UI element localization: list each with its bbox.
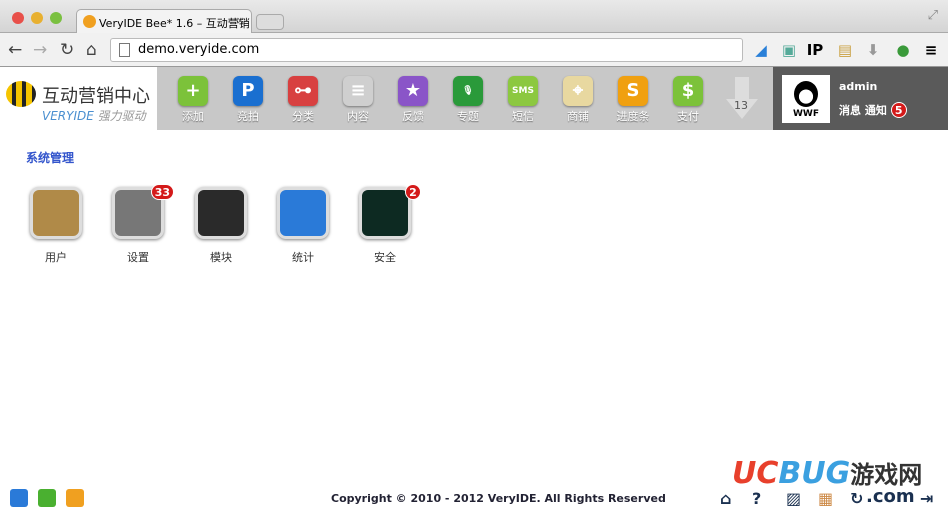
toolbar-item[interactable]: ≡ 内容	[343, 76, 373, 123]
notices-link[interactable]: 通知	[865, 104, 887, 117]
toolbar-label: 进度条	[616, 110, 650, 123]
toolbar-item[interactable]: P 竞拍	[233, 76, 263, 123]
thumb-extension-icon[interactable]: ●	[894, 41, 912, 59]
toolbar-label: 竞拍	[237, 110, 259, 123]
app-label: 用户	[45, 251, 67, 264]
app-nav: 互动营销中心 VERYIDE 强力驱动 + 添加 P 竞拍 ⊶ 分类 ≡ 内容 ★ 反馈 🎙 专题 SM…	[0, 67, 948, 130]
toolbar-item[interactable]: + 添加	[178, 76, 208, 123]
ad-icon[interactable]	[10, 489, 28, 507]
username[interactable]: admin	[839, 80, 877, 93]
arrow-down-icon	[726, 77, 758, 119]
app-icon	[30, 187, 82, 239]
browser-toolbar: ← → ↻ ⌂ demo.veryide.com ◢ ▣ IP ▤ ⬇ ● ≡	[0, 33, 948, 67]
app-icon	[277, 187, 329, 239]
download-extension-icon[interactable]: ⬇	[864, 41, 882, 59]
app-icon	[359, 187, 411, 239]
toolbar-icon: ★	[398, 76, 428, 106]
toolbar-label: 商铺	[567, 110, 589, 123]
close-window-button[interactable]	[12, 12, 24, 24]
logo[interactable]: 互动营销中心 VERYIDE 强力驱动	[0, 67, 157, 130]
toolbar-item[interactable]: ⌖ 商铺	[563, 76, 593, 123]
favicon-icon	[83, 15, 96, 28]
app-badge: 33	[150, 184, 174, 200]
refresh-icon[interactable]: ↻	[850, 489, 863, 508]
forward-icon[interactable]: →	[33, 40, 47, 60]
toolbar-label: 内容	[347, 110, 369, 123]
copyright: Copyright © 2010 - 2012 VeryIDE. All Rig…	[331, 492, 666, 505]
app-label: 统计	[292, 251, 314, 264]
toolbar-item[interactable]: $ 支付	[673, 76, 703, 123]
logo-title: 互动营销中心	[42, 86, 150, 107]
s-app-icon[interactable]	[66, 489, 84, 507]
fullscreen-icon[interactable]: ⤢	[928, 8, 938, 23]
more-count: 13	[734, 99, 748, 112]
messages-link[interactable]: 消息	[839, 104, 861, 117]
image-extension-icon[interactable]: ▤	[836, 41, 854, 59]
ip-extension[interactable]: IP	[806, 41, 824, 59]
home-icon[interactable]: ⌂	[720, 489, 731, 508]
maximize-window-button[interactable]	[50, 12, 62, 24]
more-tools-button[interactable]: 13	[726, 77, 758, 119]
toolbar-item[interactable]: ★ 反馈	[398, 76, 428, 123]
toolbar-icon: S	[618, 76, 648, 106]
palette-icon[interactable]: ▦	[818, 489, 833, 508]
toolbar-icon: ≡	[343, 76, 373, 106]
help-icon[interactable]: ?	[752, 489, 761, 508]
toolbar-icon: ⌖	[563, 76, 593, 106]
home-icon[interactable]: ⌂	[86, 40, 97, 60]
toolbar-icon: $	[673, 76, 703, 106]
user-panel: WWF admin 消息 通知 5	[773, 67, 948, 130]
toolbar-icon: ⊶	[288, 76, 318, 106]
tab-title: VeryIDE Bee* 1.6 – 互动营销	[99, 17, 250, 30]
extension-icon-1[interactable]: ◢	[752, 41, 770, 59]
extension-icon-2[interactable]: ▣	[780, 41, 798, 59]
watermark-com: .com	[866, 486, 915, 507]
toolbar-label: 支付	[677, 110, 699, 123]
toolbar-icon: +	[178, 76, 208, 106]
app-label: 安全	[374, 251, 396, 264]
toolbar-label: 短信	[512, 110, 534, 123]
bee-logo-icon	[6, 81, 36, 107]
notice-badge: 5	[890, 102, 907, 118]
toolbar-item[interactable]: SMS 短信	[508, 76, 538, 123]
browser-tab[interactable]: VeryIDE Bee* 1.6 – 互动营销 ×	[76, 9, 252, 34]
toolbar-label: 反馈	[402, 110, 424, 123]
app-item[interactable]: 统计	[277, 187, 329, 264]
reload-icon[interactable]: ↻	[60, 40, 74, 60]
page-icon	[119, 43, 130, 57]
app-item[interactable]: 安全 2	[359, 184, 421, 264]
wechat-icon[interactable]	[38, 489, 56, 507]
toolbar-label: 分类	[292, 110, 314, 123]
new-tab-button[interactable]	[256, 14, 284, 30]
section-title: 系统管理	[26, 151, 75, 165]
browser-tab-bar: VeryIDE Bee* 1.6 – 互动营销 × ⤢	[0, 0, 948, 34]
image-icon[interactable]: ▨	[786, 489, 801, 508]
app-item[interactable]: 设置 33	[112, 184, 174, 264]
avatar[interactable]: WWF	[782, 75, 830, 123]
toolbar-icon: 🎙	[453, 76, 483, 106]
close-tab-icon[interactable]: ×	[236, 14, 245, 27]
toolbar-icon: P	[233, 76, 263, 106]
logo-subtitle: VERYIDE 强力驱动	[42, 109, 146, 123]
menu-icon[interactable]: ≡	[922, 41, 940, 59]
logout-icon[interactable]: ⇥	[920, 489, 933, 508]
toolbar-label: 添加	[182, 110, 204, 123]
toolbar-item[interactable]: ⊶ 分类	[288, 76, 318, 123]
minimize-window-button[interactable]	[31, 12, 43, 24]
app-label: 设置	[127, 251, 149, 264]
back-icon[interactable]: ←	[8, 40, 22, 60]
app-badge: 2	[405, 184, 421, 200]
address-bar[interactable]: demo.veryide.com	[110, 38, 743, 62]
app-icon	[195, 187, 247, 239]
app-item[interactable]: 用户	[30, 187, 82, 264]
toolbar-label: 专题	[457, 110, 479, 123]
app-item[interactable]: 模块	[195, 187, 247, 264]
toolbar-item[interactable]: S 进度条	[617, 76, 650, 123]
toolbar-item[interactable]: 🎙 专题	[453, 76, 483, 123]
toolbar-icon: SMS	[508, 76, 538, 106]
url-text: demo.veryide.com	[138, 42, 260, 57]
app-label: 模块	[210, 251, 232, 264]
